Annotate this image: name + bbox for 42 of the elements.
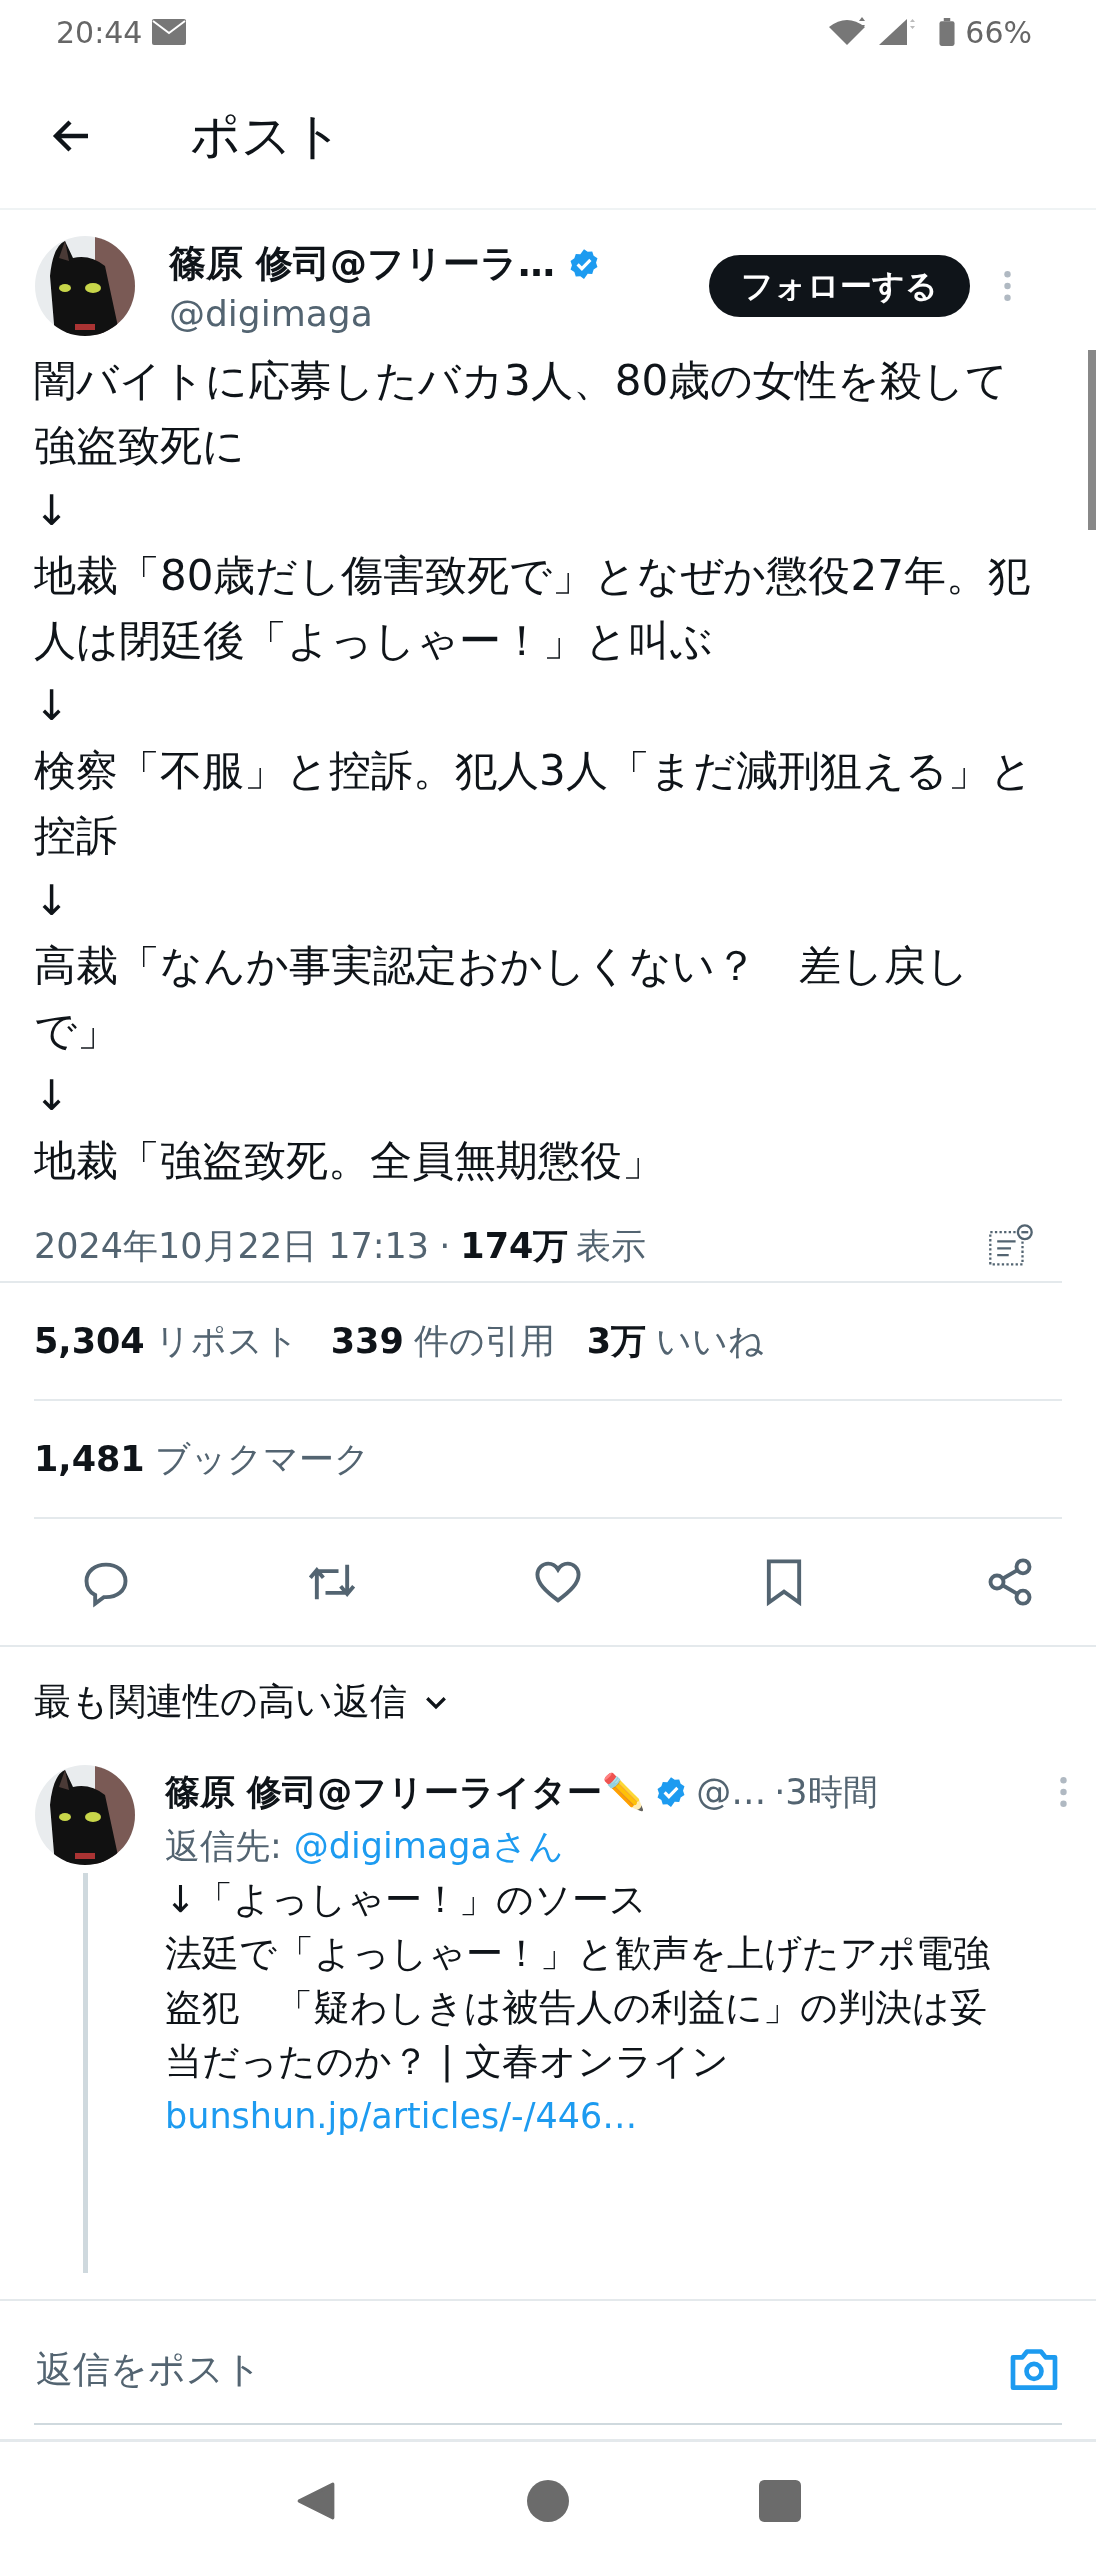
back-nav-icon[interactable]: [295, 2480, 337, 2522]
post-text: 高裁「なんか事実認定おかしくない？ 差し戻しで」: [34, 940, 970, 1057]
post-text: ↓: [34, 680, 71, 732]
reply-handle[interactable]: @…: [696, 1772, 767, 1812]
author-name[interactable]: 篠原 修司@フリーラ…: [169, 238, 555, 289]
bookmark-label: ブックマーク: [154, 1437, 370, 1481]
mail-icon: [152, 19, 187, 45]
stat-label[interactable]: いいね: [656, 1317, 765, 1365]
wifi-icon: [827, 17, 868, 47]
battery-percent: 66%: [965, 14, 1032, 50]
post-text: ↓: [34, 875, 71, 927]
post-timestamp: 2024年10月22日 17:13: [34, 1224, 430, 1268]
reply-text: ↓「よっしゃー！」のソース: [165, 1877, 648, 1923]
stat-count: 3万: [586, 1319, 647, 1363]
separator-dot: ·: [439, 1226, 451, 1266]
reply-author-name[interactable]: 篠原 修司@フリーライター✏: [165, 1768, 647, 1816]
home-nav-icon[interactable]: [527, 2480, 569, 2522]
reply-time: ·3時間: [774, 1770, 878, 1814]
page-title: ポスト: [190, 105, 343, 167]
reply-to-label: 返信先:: [165, 1824, 282, 1868]
stat-label[interactable]: リポスト: [154, 1317, 299, 1365]
stat-count: 5,304: [34, 1321, 145, 1361]
post-text: 地裁「強盗致死。全員無期懲役」: [34, 1135, 665, 1187]
author-handle[interactable]: @digimaga: [169, 292, 709, 334]
reply-text: 法廷で「よっしゃー！」と歓声を上げたアポ電強盗犯 「疑わしきは被告人の利益に」の判決は妥当だったのか？ | 文春オンライン: [165, 1931, 991, 2085]
stat-label[interactable]: 件の引用: [413, 1317, 555, 1365]
post-text: 検察「不服」と控訴。犯人3人「まだ減刑狙える」と控訴: [34, 745, 1034, 862]
post-text: ↓: [34, 485, 71, 537]
bookmark-count: 1,481: [34, 1439, 145, 1479]
dotted-list-icon[interactable]: [988, 1223, 1034, 1269]
post-text: ↓: [34, 1070, 71, 1122]
stat-count: 339: [330, 1321, 404, 1361]
view-count: 174万: [460, 1224, 569, 1268]
battery-icon: [939, 18, 956, 46]
views-label: 表示: [576, 1224, 647, 1268]
reply-sort-label[interactable]: 最も関連性の高い返信: [34, 1677, 407, 1727]
follow-button[interactable]: フォローする: [709, 255, 970, 317]
post-text: 闇バイトに応募したバカ3人、80歳の女性を殺して強盗致死に: [34, 355, 1010, 472]
post-text: 地裁「80歳だし傷害致死で」となぜか懲役27年。犯人は閉廷後「よっしゃー！」と叫ぶ: [34, 550, 1031, 667]
signal-icon: [877, 17, 918, 47]
clock-time: 20:44: [56, 14, 143, 50]
reply-input-field[interactable]: 返信をポスト: [34, 2346, 1006, 2392]
